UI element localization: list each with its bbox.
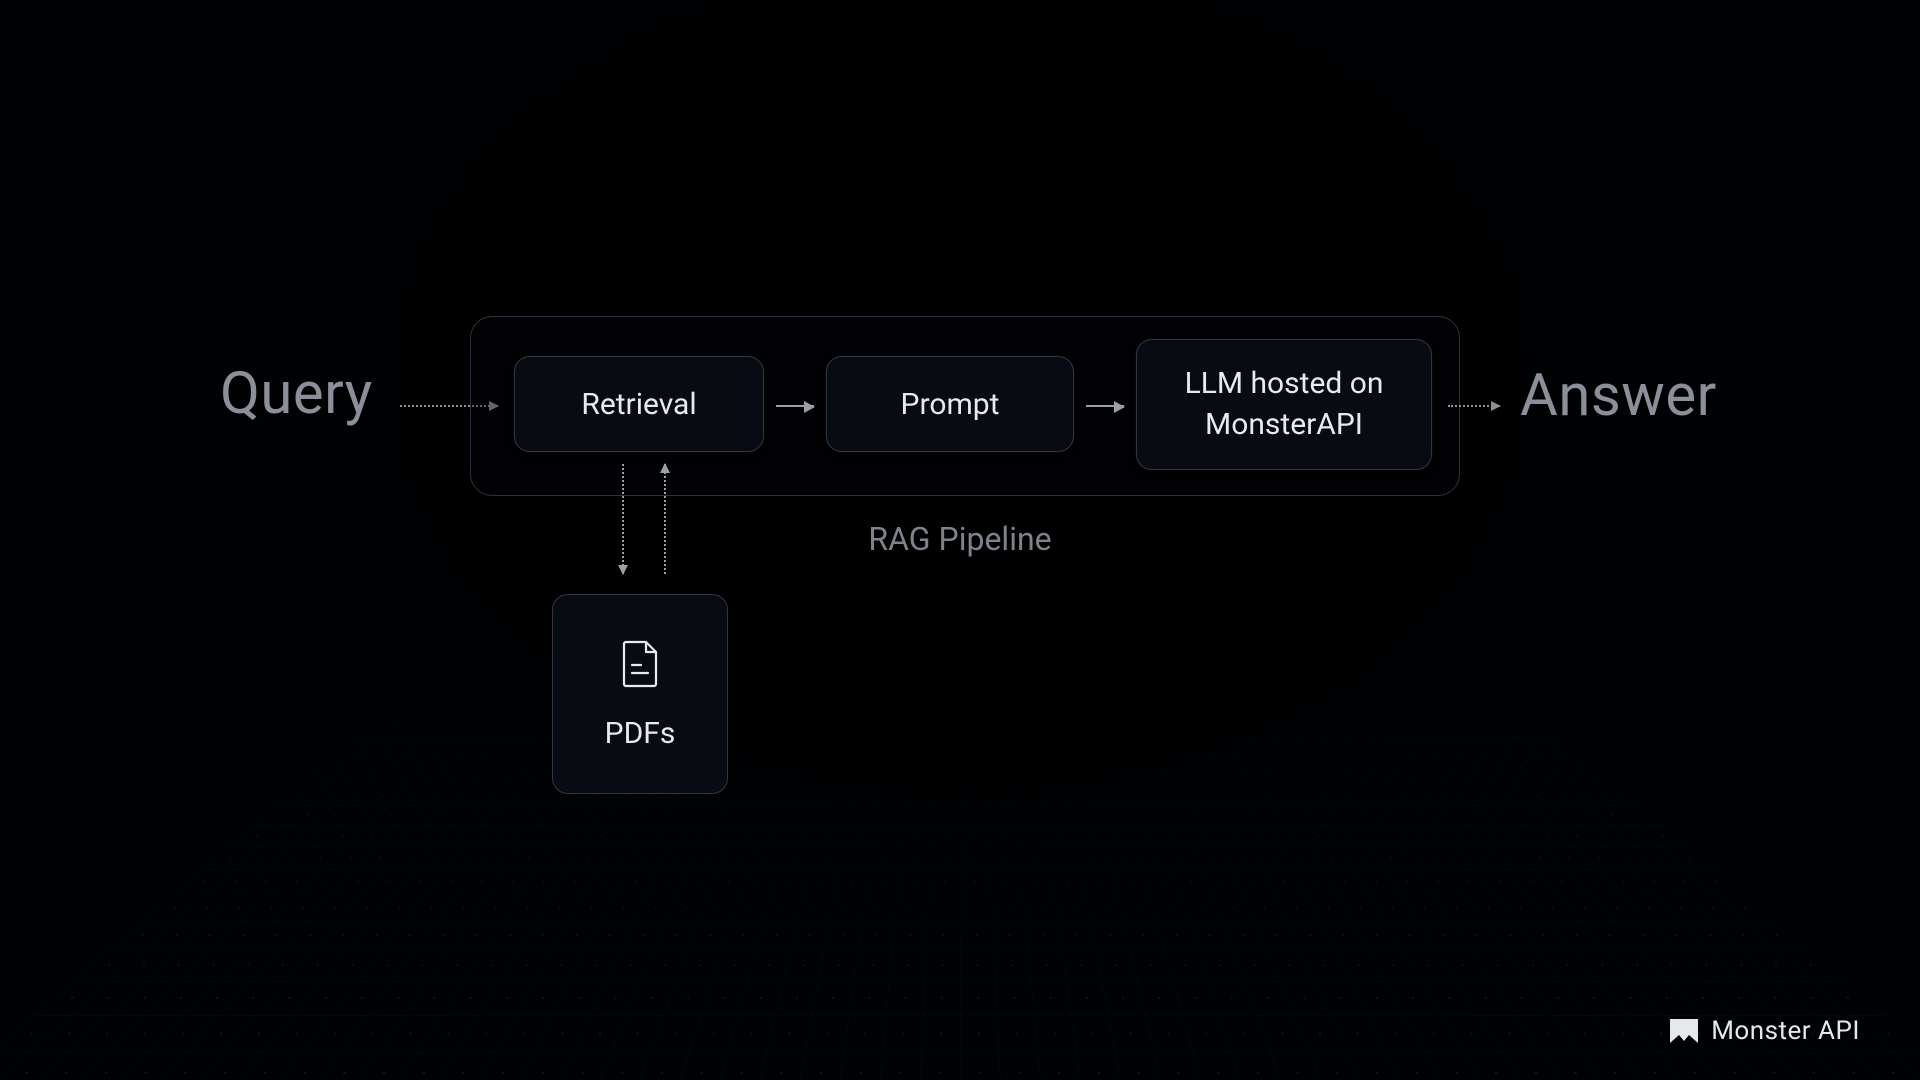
stage-llm: LLM hosted on MonsterAPI <box>1136 339 1432 470</box>
stage-prompt: Prompt <box>826 356 1074 452</box>
arrow-retrieval-to-pdfs <box>622 464 624 574</box>
stage-retrieval: Retrieval <box>514 356 764 452</box>
answer-label: Answer <box>1520 362 1717 430</box>
arrow-pdfs-to-retrieval <box>664 464 666 574</box>
brand-name: Monster API <box>1711 1016 1860 1046</box>
monster-logo-icon <box>1669 1018 1699 1044</box>
query-label: Query <box>220 360 373 428</box>
document-icon <box>618 638 662 694</box>
brand-logo: Monster API <box>1669 1016 1860 1046</box>
datasource-label: PDFs <box>605 716 676 751</box>
arrow-pipeline-to-answer <box>1448 405 1500 407</box>
diagram-canvas: Query Retrieval Prompt LLM hosted on Mon… <box>0 0 1920 1080</box>
arrow-retrieval-to-prompt <box>776 405 814 407</box>
arrow-prompt-to-llm <box>1086 405 1124 407</box>
pipeline-title: RAG Pipeline <box>868 520 1051 558</box>
datasource-pdfs: PDFs <box>552 594 728 794</box>
